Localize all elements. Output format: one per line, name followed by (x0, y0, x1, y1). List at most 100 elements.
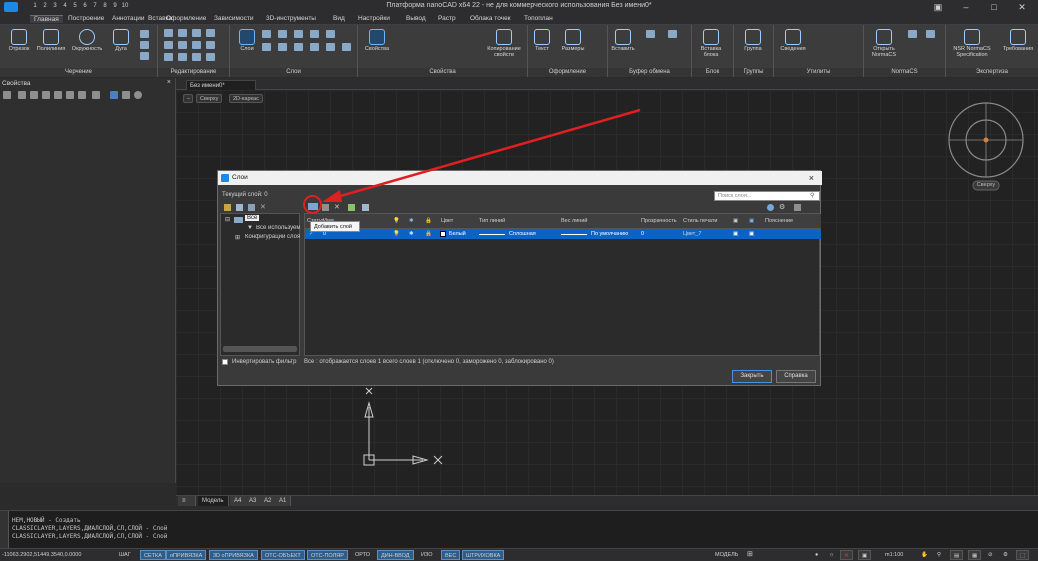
menu-annotations[interactable]: Аннотации (112, 15, 145, 22)
col-plot-icon[interactable]: ▣ (733, 218, 738, 224)
copy-icon[interactable] (164, 41, 173, 49)
set-current-icon[interactable] (348, 204, 355, 211)
menu-settings[interactable]: Настройки (358, 15, 390, 22)
columns-icon[interactable] (794, 204, 801, 211)
line-button[interactable]: Отрезок (2, 29, 36, 52)
snap-toggle[interactable]: ШАГ (116, 550, 134, 560)
scale-icon[interactable] (178, 53, 187, 61)
filter-icon[interactable] (42, 91, 50, 99)
menu-point-clouds[interactable]: Облака точек (470, 15, 511, 22)
delete-layer-icon[interactable]: ✕ (334, 204, 341, 211)
layout-tab-a1[interactable]: A1 (275, 496, 292, 506)
circle-button[interactable]: Окружность (70, 29, 104, 52)
settings-icon[interactable]: ⚙ (1000, 550, 1011, 560)
search-icon[interactable]: ⚲ (810, 192, 814, 199)
table-row[interactable]: ✓ 0 💡 ✱ 🔒 Белый Сплошная По умолчанию 0 … (305, 229, 821, 239)
pan-icon[interactable]: ✋ (918, 550, 931, 560)
lineweight-toggle[interactable]: ВЕС (441, 550, 461, 560)
erase-icon[interactable] (206, 29, 215, 37)
dialog-close-icon[interactable]: × (809, 171, 814, 185)
col-plotstyle[interactable]: Стиль печати (683, 218, 717, 224)
col-linetype[interactable]: Тип линий (479, 218, 505, 224)
app-menu-icon[interactable]: ▣ (924, 0, 952, 14)
close-panel-icon[interactable]: × (167, 79, 171, 86)
menu-constraints[interactable]: Зависимости (214, 15, 253, 22)
normacs-doc-icon[interactable] (926, 30, 935, 38)
col-lineweight[interactable]: Вес линий (561, 218, 587, 224)
layer-isolate-icon[interactable] (278, 30, 287, 38)
menu-home[interactable]: Главная (30, 15, 63, 23)
command-window[interactable]: НЕМ,НОВЫЙ - Создать CLASSICLAYER,LAYERS,… (0, 510, 1038, 549)
dialog-title-bar[interactable]: Слои (218, 171, 822, 185)
group-button[interactable]: Группа (736, 29, 770, 52)
quick-select-icon[interactable] (30, 91, 38, 99)
layer-previous-icon[interactable] (278, 43, 287, 51)
trim-icon[interactable] (192, 29, 201, 37)
layer-lock-icon[interactable] (326, 30, 335, 38)
layer-linetype-cell[interactable]: Сплошная (509, 231, 536, 237)
viewport-menu-icon[interactable]: – (183, 94, 193, 103)
layers-button[interactable]: Слои (230, 29, 264, 52)
new-filter-icon[interactable] (224, 204, 231, 211)
menu-3d-tools[interactable]: 3D-инструменты (266, 15, 316, 22)
info-button[interactable]: Сведения (776, 29, 810, 52)
layer-merge-icon[interactable] (310, 43, 319, 51)
col-transparency[interactable]: Прозрачность (641, 218, 681, 224)
model-space-label[interactable]: МОДЕЛЬ (712, 550, 741, 560)
command-window-handle[interactable] (0, 511, 9, 549)
text-button[interactable]: Текст (528, 29, 556, 52)
expand-icon[interactable] (92, 91, 100, 99)
menu-build[interactable]: Построение (68, 15, 104, 22)
copy-properties-button[interactable]: Копирование свойств (482, 29, 526, 58)
layout-tab-a2[interactable]: A2 (260, 496, 277, 506)
layer-lineweight-cell[interactable]: По умолчанию (591, 231, 628, 237)
rectangle-icon[interactable] (140, 41, 149, 49)
invert-filter-checkbox[interactable] (222, 359, 228, 365)
workspace-icon[interactable]: ▤ (950, 550, 964, 560)
layout-tab-model[interactable]: Модель (198, 496, 229, 506)
iso-toggle[interactable]: ИЗО (418, 550, 436, 560)
layer-walk-icon[interactable] (294, 43, 303, 51)
layer-states-icon[interactable] (248, 204, 255, 211)
light-icon[interactable]: ☼ (826, 550, 837, 560)
color-swatch[interactable] (440, 231, 446, 237)
offset-icon[interactable] (206, 53, 215, 61)
view-top-button[interactable]: Сверху (196, 94, 223, 103)
point-icon[interactable] (140, 52, 149, 60)
dialog-settings-icon[interactable]: ⚙ (779, 204, 786, 211)
layer-freeze-icon[interactable]: ✱ (409, 231, 414, 237)
add-layer-frozen-icon[interactable] (322, 204, 329, 211)
col-new-vp-freeze-icon[interactable]: ▣ (749, 218, 754, 224)
tree-expand-icon[interactable]: ⊟ (225, 216, 230, 223)
menu-view[interactable]: Вид (333, 15, 345, 22)
layout-tab-a3[interactable]: A3 (245, 496, 262, 506)
layer-lock-icon[interactable]: 🔒 (425, 231, 432, 237)
layer-on-bulb-icon[interactable]: 💡 (393, 231, 400, 237)
cleanscreen-icon[interactable]: ▦ (968, 550, 982, 560)
pin-icon[interactable] (122, 91, 130, 99)
new-group-filter-icon[interactable] (236, 204, 243, 211)
layer-vp-freeze-icon[interactable]: ▣ (749, 231, 754, 237)
fillet-icon[interactable] (192, 41, 201, 49)
viewport-scale-icon[interactable]: ⊞ (744, 550, 756, 560)
scale-label[interactable]: m1:100 (882, 550, 906, 560)
col-lock-icon[interactable]: 🔒 (425, 218, 432, 224)
layer-search-input[interactable]: Поиск слоя... (714, 191, 820, 201)
mirror-icon[interactable] (178, 41, 187, 49)
cut-icon[interactable] (646, 30, 655, 38)
zoom-icon[interactable]: ⚲ (934, 550, 944, 560)
hatch-icon[interactable] (140, 30, 149, 38)
nsr-specification-button[interactable]: NSR NormaCS Specification (948, 29, 996, 58)
viewcube-label[interactable]: Сверху (973, 182, 999, 188)
help-icon[interactable] (134, 91, 142, 99)
category-icon[interactable] (78, 91, 86, 99)
sort-icon[interactable] (66, 91, 74, 99)
copy-clip-icon[interactable] (668, 30, 677, 38)
open-normacs-button[interactable]: Открыть NormaCS (866, 29, 902, 58)
select-objects-icon[interactable] (3, 91, 11, 99)
insert-block-button[interactable]: Вставка блока (694, 29, 728, 58)
rotate-icon[interactable] (178, 29, 187, 37)
ortho-toggle[interactable]: ОРТО (352, 550, 373, 560)
requirements-button[interactable]: Требования (1000, 29, 1036, 52)
layer-color-cell[interactable]: Белый (449, 231, 466, 237)
